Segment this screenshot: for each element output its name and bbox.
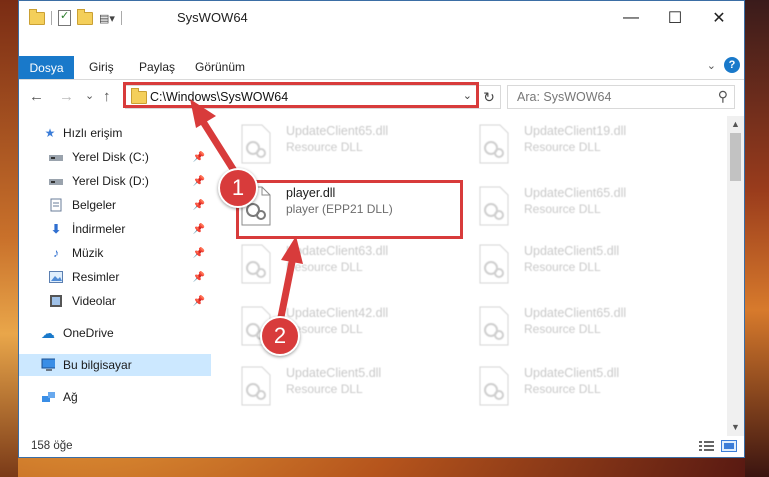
arrow-to-address	[190, 99, 242, 181]
arrow-to-file	[276, 236, 303, 326]
step-badge-2: 2	[260, 316, 300, 356]
annotation-arrows	[190, 99, 303, 326]
step-badge-1: 1	[218, 168, 258, 208]
